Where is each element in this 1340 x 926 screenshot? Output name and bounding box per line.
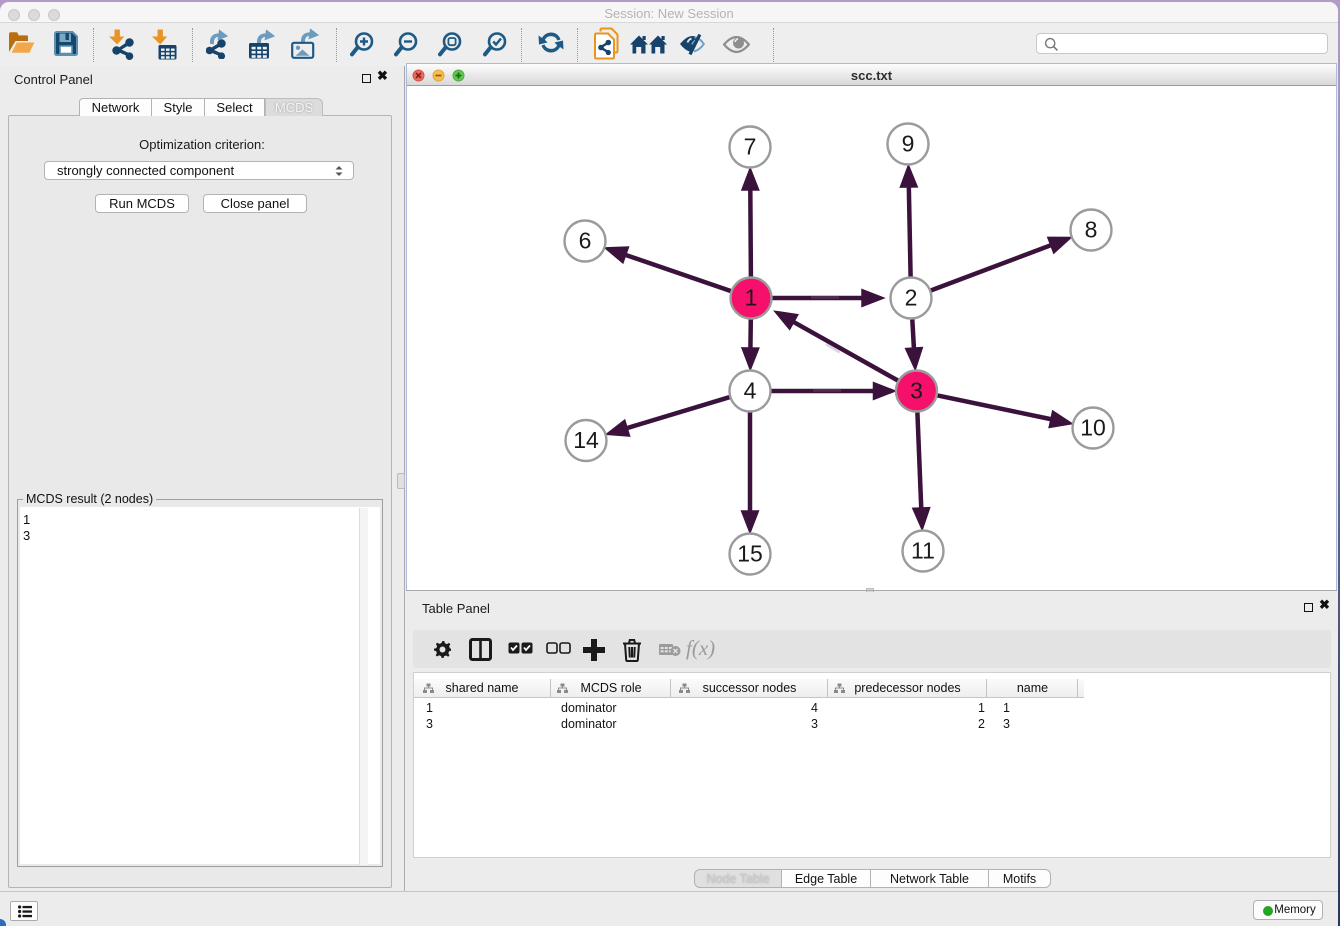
- svg-text:15: 15: [737, 541, 763, 567]
- svg-text:11: 11: [911, 538, 935, 564]
- svg-text:6: 6: [579, 228, 592, 254]
- svg-text:14: 14: [573, 427, 599, 453]
- svg-text:1: 1: [745, 285, 758, 311]
- svg-text:7: 7: [744, 134, 757, 160]
- svg-text:9: 9: [902, 131, 915, 157]
- svg-text:4: 4: [744, 378, 757, 404]
- svg-text:2: 2: [905, 285, 918, 311]
- svg-text:10: 10: [1080, 415, 1106, 441]
- svg-text:8: 8: [1085, 217, 1098, 243]
- svg-text:3: 3: [910, 378, 923, 404]
